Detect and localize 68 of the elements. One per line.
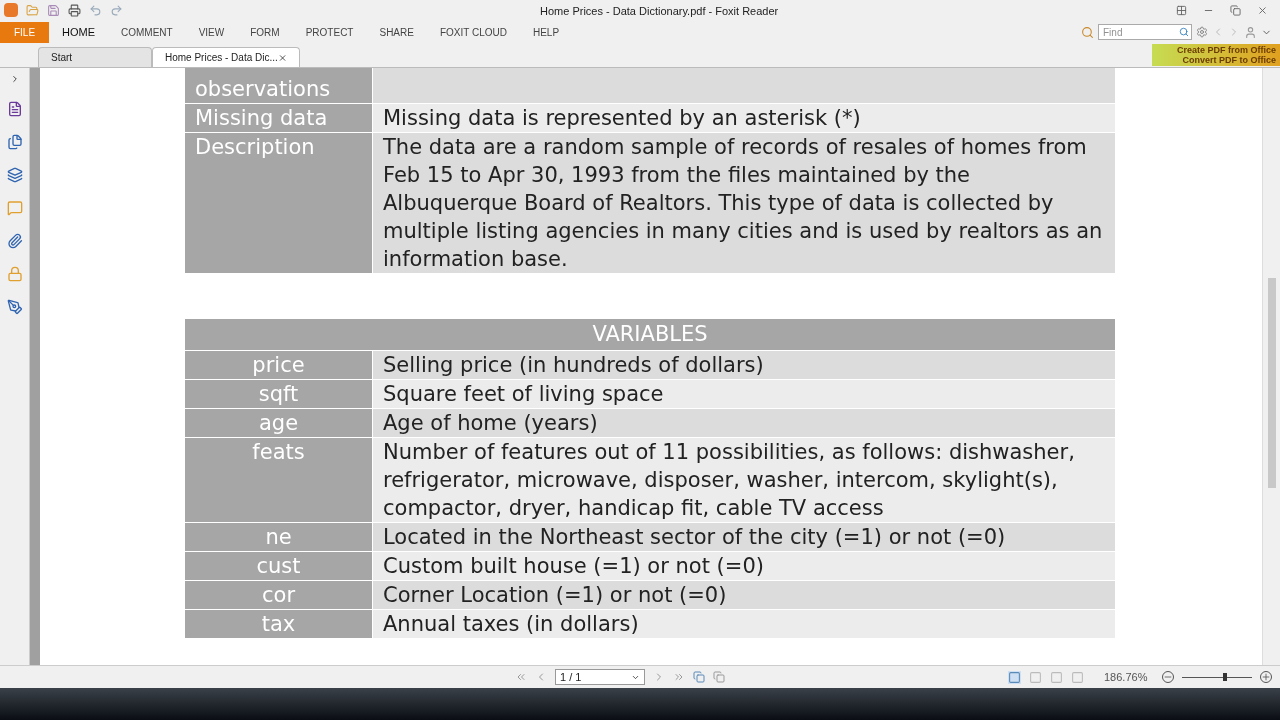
variable-description: Located in the Northeast sector of the city (=1) or not (=0) <box>373 523 1115 551</box>
variable-name: tax <box>185 610 372 638</box>
variable-description: Annual taxes (in dollars) <box>373 610 1115 638</box>
save-icon[interactable] <box>47 3 60 17</box>
layout-icon[interactable] <box>1176 4 1187 16</box>
settings-icon[interactable] <box>1196 26 1208 38</box>
print-icon[interactable] <box>68 3 81 17</box>
variable-name: feats <box>185 438 372 522</box>
pages-icon[interactable] <box>6 134 23 150</box>
page-icon[interactable] <box>6 101 23 117</box>
field-value: The data are a random sample of records of resales of homes from Feb 15 to Apr 30, 1993 from the files maintained by the Albuquerque Board of Realtors. This type of data is collected by multiple listing agencies in many cities and is used by realtors as an information base. <box>373 133 1115 273</box>
last-page-icon[interactable] <box>673 671 685 683</box>
app-logo-icon <box>4 3 18 17</box>
field-label: Description <box>185 133 372 273</box>
user-icon[interactable] <box>1244 25 1257 39</box>
zoom-slider[interactable] <box>1182 672 1252 682</box>
field-label: Missing data <box>185 104 372 132</box>
folder-icon[interactable] <box>26 3 39 17</box>
first-page-icon[interactable] <box>515 671 527 683</box>
window-title: Home Prices - Data Dictionary.pdf - Foxit Reader <box>540 4 779 19</box>
comments-icon[interactable] <box>6 200 23 216</box>
variable-description: Age of home (years) <box>373 409 1115 437</box>
facing-icon[interactable] <box>1050 670 1063 684</box>
ribbon-tab[interactable]: HOME <box>49 21 108 43</box>
single-page-icon[interactable] <box>1008 670 1021 684</box>
continuous-facing-icon[interactable] <box>1071 670 1084 684</box>
promo-banner[interactable]: Create PDF from Office Convert PDF to Office <box>1152 44 1280 66</box>
variable-name: ne <box>185 523 372 551</box>
variable-name: cust <box>185 552 372 580</box>
previous-view-icon[interactable] <box>693 671 705 683</box>
zoom-level[interactable]: 186.76% <box>1104 668 1154 686</box>
close-icon[interactable] <box>1257 4 1268 16</box>
ribbon-tab[interactable]: COMMENT <box>108 21 186 43</box>
layers-icon[interactable] <box>6 167 23 183</box>
ribbon-tab[interactable]: FORM <box>237 21 293 43</box>
variable-description: Selling price (in hundreds of dollars) <box>373 351 1115 379</box>
find-field[interactable]: Find <box>1098 24 1192 40</box>
ribbon-tab[interactable]: SHARE <box>366 21 427 43</box>
variable-description: Corner Location (=1) or not (=0) <box>373 581 1115 609</box>
variable-description: Custom built house (=1) or not (=0) <box>373 552 1115 580</box>
signature-icon[interactable] <box>6 299 23 315</box>
lock-icon[interactable] <box>6 266 23 282</box>
ribbon-tab[interactable]: HELP <box>519 21 573 43</box>
document-tab[interactable]: Home Prices - Data Dic... <box>152 47 300 67</box>
ribbon-tab[interactable]: PROTECT <box>292 21 367 43</box>
variable-name: sqft <box>185 380 372 408</box>
variable-name: age <box>185 409 372 437</box>
ribbon-tab[interactable]: FOXIT CLOUD <box>426 21 520 43</box>
variable-description: Number of features out of 11 possibilities, as follows: dishwasher, refrigerator, microwave, disposer, washer, intercom, skylight(s), compactor, dryer, handicap fit, cable TV access <box>373 438 1115 522</box>
continuous-icon[interactable] <box>1029 670 1042 684</box>
ribbon-tab[interactable]: VIEW <box>185 21 238 43</box>
next-view-icon[interactable] <box>713 671 725 683</box>
search-icon[interactable] <box>1179 27 1189 37</box>
undo-icon[interactable] <box>89 3 102 17</box>
field-value: Missing data is represented by an asterisk (*) <box>373 104 1115 132</box>
attachment-icon[interactable] <box>6 233 23 249</box>
zoom-in-icon[interactable] <box>1260 671 1272 683</box>
search-folder-icon[interactable] <box>1081 25 1094 39</box>
variable-name: price <box>185 351 372 379</box>
redo-icon[interactable] <box>110 3 123 17</box>
variable-name: cor <box>185 581 372 609</box>
variable-description: Square feet of living space <box>373 380 1115 408</box>
page-field[interactable]: 1 / 1 <box>555 669 645 685</box>
section-heading: VARIABLES <box>185 319 1115 350</box>
close-tab-icon[interactable] <box>277 52 287 63</box>
restore-icon[interactable] <box>1230 4 1241 16</box>
field-label: observations <box>185 68 372 103</box>
document-tab[interactable]: Start <box>38 47 152 67</box>
